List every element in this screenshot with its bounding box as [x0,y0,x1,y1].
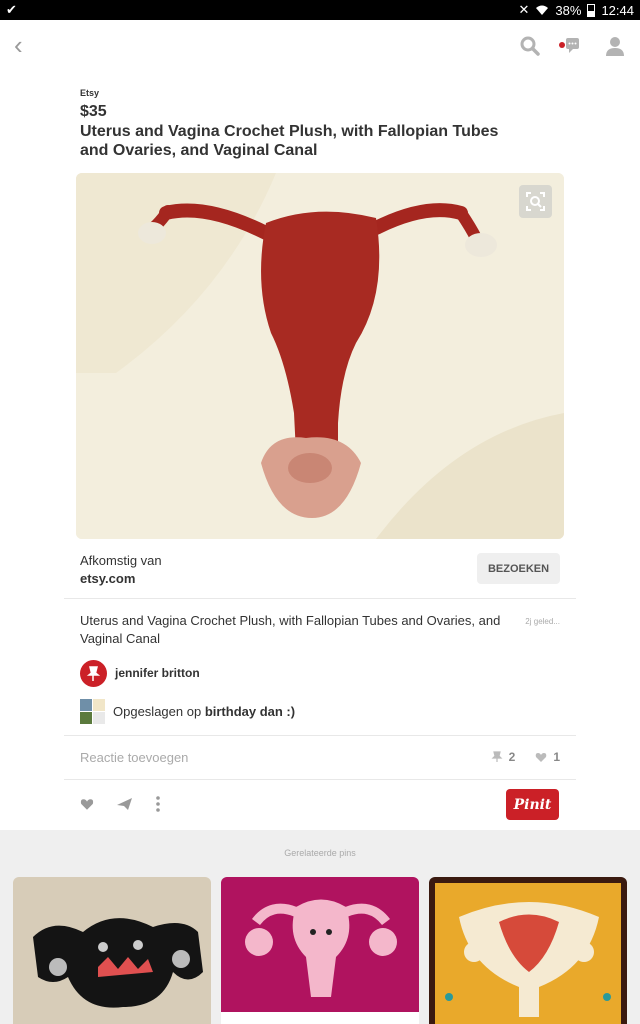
clock: 12:44 [601,2,634,18]
source-name: Etsy [80,88,100,98]
related-pins-label: Gerelateerde pins [284,848,356,858]
avatar[interactable] [80,659,107,687]
send-icon[interactable] [116,797,133,811]
status-icons: ✕ 38% 12:44 [519,2,634,18]
heart-icon[interactable] [80,798,94,811]
pinner[interactable]: jennifer britton [80,659,200,687]
pin-card: Etsy $35 Uterus and Vagina Crochet Plush… [0,72,640,830]
time-ago: 2j geled... [525,617,560,626]
battery-icon [587,3,596,17]
profile-icon[interactable] [603,34,627,58]
pin-description: Uterus and Vagina Crochet Plush, with Fa… [80,613,501,646]
divider [64,735,576,736]
action-bar [80,796,161,812]
saved-prefix: Opgeslagen op [113,703,202,719]
back-button[interactable]: ‹ [14,32,23,58]
pinner-name[interactable]: jennifer britton [115,666,200,680]
price: $35 [80,103,107,120]
pin-icon [86,665,101,681]
notifications-icon[interactable] [556,34,580,58]
mute-icon: ✕ [518,2,530,17]
divider [64,779,576,780]
visual-search-button[interactable] [519,185,552,218]
check-icon: ✔ [6,2,17,17]
related-pin-image [13,877,211,1024]
visit-button[interactable]: BEZOEKEN [477,553,560,584]
status-bar: ✔ ✕ 38% 12:44 [0,0,640,20]
divider [64,598,576,599]
pin-title: Uterus and Vagina Crochet Plush, with Fa… [80,123,499,159]
related-pin-image [429,877,627,1024]
add-comment-input[interactable]: Reactie toevoegen [80,750,188,765]
pin-image[interactable] [76,173,564,539]
saved-board[interactable]: Opgeslagen op birthday dan :) [80,698,295,724]
related-pin-image [221,877,419,1024]
visual-search-icon [526,192,545,211]
more-options-icon[interactable] [155,796,161,812]
source-label: Afkomstig van [80,553,162,568]
related-pin-3[interactable] [429,877,627,1024]
battery-percent: 38% [555,2,582,18]
like-count-icon [536,752,547,762]
search-icon[interactable] [518,34,542,58]
related-pin-1[interactable] [13,877,211,1024]
related-pin-2[interactable] [221,877,419,1024]
top-bar: ‹ [0,20,640,73]
board-thumbnail [80,698,105,724]
repin-count: 2 [508,750,516,764]
repin-icon [491,751,503,762]
board-name[interactable]: birthday dan :) [205,704,295,719]
like-count: 1 [553,750,560,764]
pin-stats: 2 1 [491,750,560,764]
uterus-plush-image [76,173,564,539]
pin-it-button[interactable]: Pinit [506,789,559,820]
source-domain[interactable]: etsy.com [80,571,135,586]
wifi-icon [536,5,549,15]
